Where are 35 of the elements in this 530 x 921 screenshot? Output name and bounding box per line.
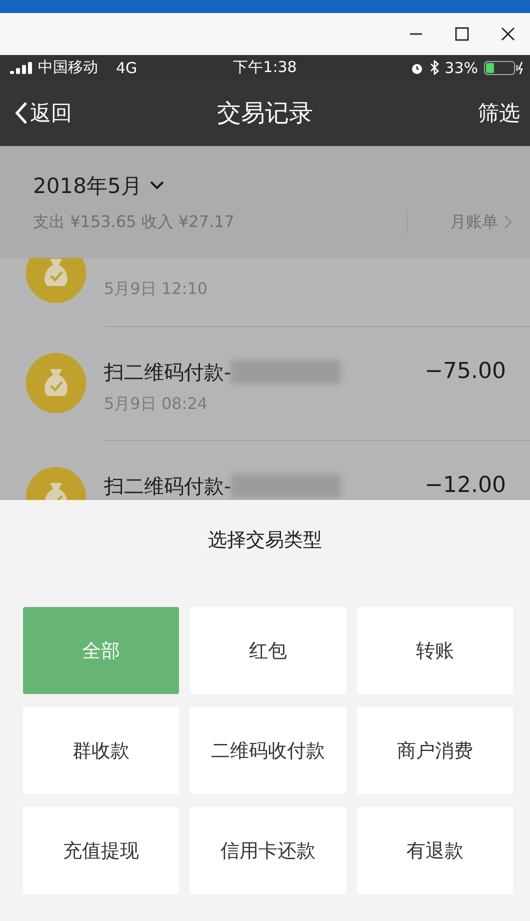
chevron-down-icon <box>150 181 164 190</box>
month-selector[interactable]: 2018年5月 <box>33 172 164 200</box>
network-type: 4G <box>116 58 138 76</box>
sheet-title: 选择交易类型 <box>207 528 323 553</box>
clock-time: 下午1:38 <box>233 58 297 77</box>
chevron-right-icon <box>504 215 512 229</box>
type-option[interactable]: 转账 <box>357 607 513 694</box>
page-title: 交易记录 <box>217 98 313 129</box>
transaction-title: 扫二维码付款- <box>104 474 232 498</box>
battery-percent: 33% <box>444 58 478 76</box>
maximize-icon[interactable] <box>454 26 470 42</box>
transaction-row[interactable]: 扫二维码付款- −75.00 5月9日 08:24 <box>0 327 530 441</box>
type-option[interactable]: 群收款 <box>23 707 179 794</box>
chevron-left-icon <box>14 101 28 125</box>
type-option[interactable]: 信用卡还款 <box>190 807 346 894</box>
type-option[interactable]: 有退款 <box>357 807 513 894</box>
bluetooth-icon <box>430 60 439 75</box>
signal-icon <box>10 62 34 74</box>
transaction-title: 扫二维码付款- <box>104 360 232 384</box>
transaction-date: 5月9日 12:10 <box>104 279 209 300</box>
totals-text: 支出 ¥153.65 收入 ¥27.17 <box>33 212 234 232</box>
carrier-name: 中国移动 <box>38 58 98 77</box>
transaction-date: 5月9日 08:24 <box>104 394 209 416</box>
battery-charging-icon <box>484 60 524 74</box>
money-bag-icon <box>26 258 86 303</box>
type-option[interactable]: 商户消费 <box>357 707 513 794</box>
transaction-amount: −75.00 <box>424 360 506 384</box>
money-bag-icon <box>26 353 86 413</box>
type-option[interactable]: 红包 <box>190 607 346 694</box>
transaction-amount: −12.00 <box>424 474 506 498</box>
back-button[interactable]: 返回 <box>14 99 72 127</box>
close-icon[interactable] <box>500 26 516 42</box>
type-option[interactable]: 二维码收付款 <box>190 707 346 794</box>
type-option[interactable]: 充值提现 <box>23 807 179 894</box>
filter-button[interactable]: 筛选 <box>478 99 520 127</box>
